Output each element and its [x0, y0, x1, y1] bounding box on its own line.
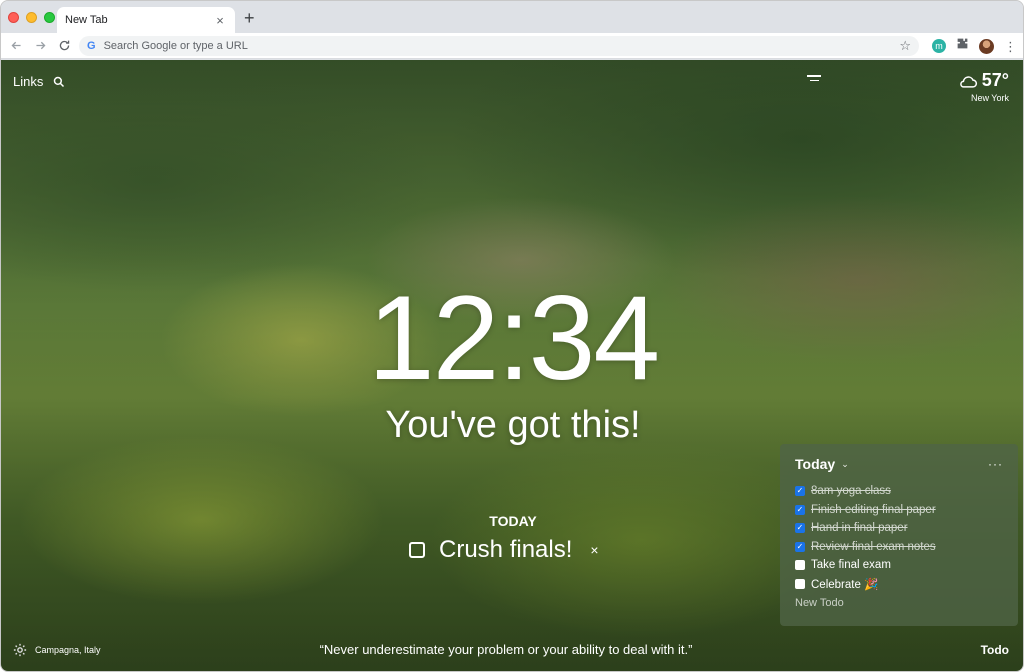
todo-item[interactable]: Celebrate 🎉 — [795, 575, 1003, 594]
todo-more-icon[interactable]: ··· — [988, 457, 1003, 471]
maximize-window-button[interactable] — [44, 12, 55, 23]
todo-checkbox[interactable] — [795, 578, 805, 589]
todo-item[interactable]: Take final exam — [795, 556, 1003, 575]
browser-window: New Tab × + G Search Google or type a UR… — [0, 0, 1024, 672]
todo-item-label: 8am yoga class — [811, 485, 891, 498]
todo-list: 8am yoga class Finish editing final paper… — [795, 482, 1003, 593]
extension-icon[interactable]: m — [932, 39, 946, 53]
todo-panel: Today ⌄ ··· 8am yoga class Finish editing… — [780, 444, 1018, 626]
toolbar-actions: m ⋮ — [932, 37, 1017, 55]
todo-header: Today ⌄ ··· — [795, 456, 1003, 472]
arrow-right-icon — [35, 41, 45, 50]
todo-toggle-button[interactable]: Todo — [981, 643, 1009, 657]
back-button[interactable] — [7, 37, 25, 55]
close-window-button[interactable] — [8, 12, 19, 23]
focus-row: Crush finals! × — [409, 536, 599, 564]
clock: 12:34 — [367, 271, 660, 405]
todo-item-label: Finish editing final paper — [811, 503, 936, 516]
window-controls — [8, 12, 55, 23]
todo-item-label: Take final exam — [811, 559, 891, 572]
minimize-window-button[interactable] — [26, 12, 37, 23]
arrow-left-icon — [11, 41, 21, 50]
todo-list-selector[interactable]: Today ⌄ — [795, 456, 849, 472]
todo-item-label: Review final exam notes — [811, 540, 936, 553]
temperature: 57° — [981, 70, 1009, 90]
menu-lines-icon[interactable] — [807, 75, 821, 84]
bookmark-star-icon[interactable]: ☆ — [899, 38, 911, 54]
todo-title: Today — [795, 456, 836, 472]
links-label[interactable]: Links — [13, 74, 43, 89]
new-todo-input[interactable]: New Todo — [795, 597, 1003, 609]
daily-quote: “Never underestimate your problem or you… — [319, 642, 693, 657]
address-bar[interactable]: G Search Google or type a URL ☆ — [79, 36, 919, 56]
focus-checkbox[interactable] — [409, 542, 425, 558]
extensions-puzzle-icon[interactable] — [956, 37, 969, 55]
weather-city: New York — [970, 93, 1009, 103]
reload-button[interactable] — [55, 37, 73, 55]
address-bar-placeholder: Search Google or type a URL — [103, 40, 248, 52]
weather-row: 57° — [958, 70, 1009, 91]
tab-new-tab[interactable]: New Tab × — [57, 7, 235, 33]
tab-title: New Tab — [65, 14, 108, 26]
tab-close-icon[interactable]: × — [213, 13, 227, 28]
todo-item-label: Celebrate 🎉 — [811, 578, 879, 591]
todo-checkbox[interactable] — [795, 486, 805, 497]
dashboard-background: Links 57° New York 12:34 You've got this… — [1, 60, 1023, 671]
todo-checkbox[interactable] — [795, 541, 805, 552]
forward-button[interactable] — [31, 37, 49, 55]
weather-widget[interactable]: 57° New York — [958, 70, 1009, 103]
todo-item[interactable]: Hand in final paper — [795, 519, 1003, 538]
todo-checkbox[interactable] — [795, 560, 805, 571]
new-tab-button[interactable]: + — [244, 9, 255, 27]
todo-checkbox[interactable] — [795, 523, 805, 534]
todo-item[interactable]: Review final exam notes — [795, 538, 1003, 557]
todo-checkbox[interactable] — [795, 504, 805, 515]
browser-toolbar: G Search Google or type a URL ☆ m ⋮ — [1, 33, 1023, 59]
greeting: You've got this! — [385, 404, 641, 446]
profile-avatar[interactable] — [979, 38, 994, 54]
focus-text: Crush finals! — [439, 536, 573, 563]
more-menu-icon[interactable]: ⋮ — [1004, 40, 1017, 53]
chevron-down-icon: ⌄ — [841, 458, 849, 469]
cloud-icon — [959, 75, 977, 88]
focus-close-icon[interactable]: × — [590, 542, 598, 558]
google-icon: G — [87, 40, 96, 52]
search-icon[interactable] — [53, 76, 65, 88]
links-widget[interactable]: Links — [13, 74, 65, 89]
todo-item[interactable]: 8am yoga class — [795, 482, 1003, 501]
tab-strip: New Tab × + — [1, 1, 1023, 33]
todo-item-label: Hand in final paper — [811, 522, 908, 535]
reload-icon — [59, 40, 69, 51]
todo-item[interactable]: Finish editing final paper — [795, 501, 1003, 520]
